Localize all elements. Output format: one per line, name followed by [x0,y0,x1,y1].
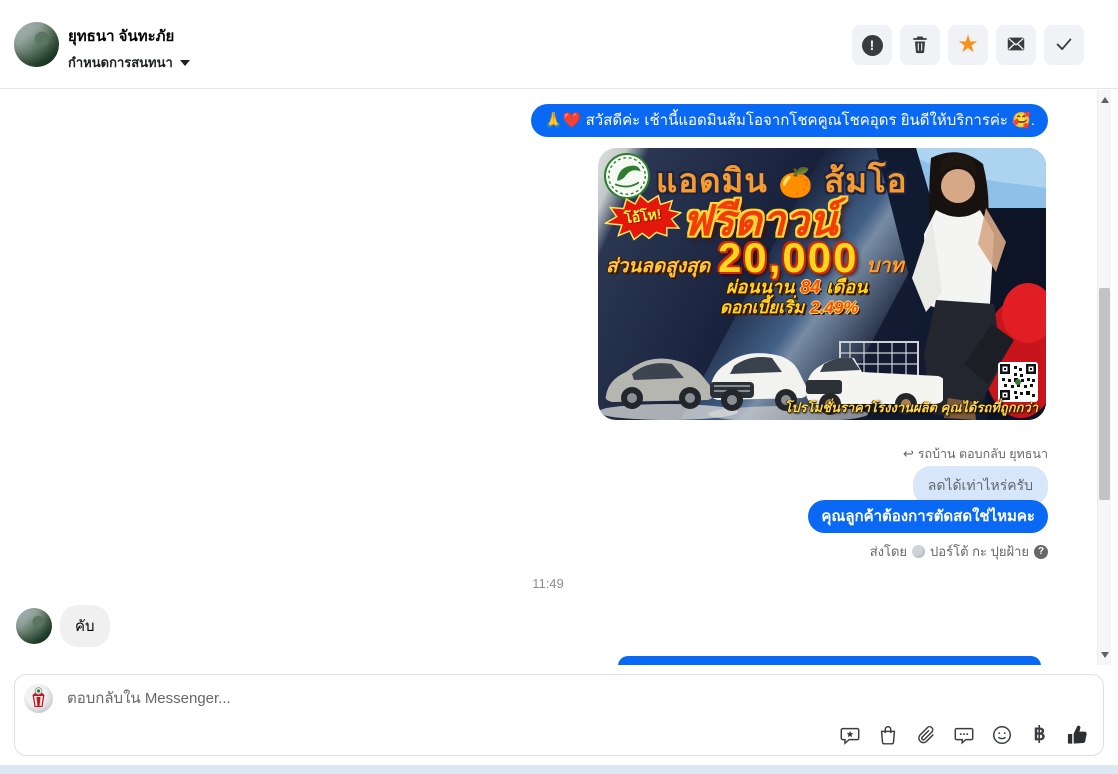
schedule-conversation-label: กำหนดการสนทนา [68,55,173,70]
sent-image-attachment[interactable]: แอดมิน 🍊 ส้มโอ โอ้โห! ฟรีดาวน์ ส่วนลดสูง… [598,148,1046,420]
star-icon: ★ [957,31,979,58]
ad-interest-line: ดอกเบี้ยเริ่ม 2.49% [720,298,859,317]
ad-caption: โปรโมชั่นราคาโรงงานผลิต คุณได้รถที่ถูกกว… [784,400,1038,415]
scroll-up-button[interactable] [1098,92,1112,108]
received-message-row: คับ [16,605,110,647]
mark-done-button[interactable] [1044,25,1084,65]
qr-code [998,362,1038,402]
report-icon: ! [861,34,883,56]
sent-message-greeting: 🙏❤️ สวัสดีค่ะ เช้านี้แอดมินส้มโอจากโชคคู… [531,104,1048,137]
composer-toolbar: ฿ [838,723,1089,746]
reply-context-label: ↪ รถบ้าน ตอบกลับ ยุทธนา [902,446,1048,461]
schedule-conversation-dropdown[interactable]: กำหนดการสนทนา [68,52,190,73]
timestamp: 11:49 [532,576,564,591]
sender-avatar [912,545,926,558]
follow-up-button[interactable]: ★ [948,25,988,65]
paperclip-icon[interactable] [914,723,937,746]
reply-composer: ฿ [14,674,1104,756]
chat-scrollbar[interactable] [1097,90,1111,665]
triangle-up-icon [1101,97,1109,103]
contact-name: ยุทธนา จันทะภัย [68,28,175,45]
like-icon[interactable] [1066,723,1089,746]
triangle-down-icon [1101,652,1109,658]
received-message: คับ [60,605,110,647]
page-logo-avatar [24,684,53,713]
delete-button[interactable] [900,25,940,65]
mark-unread-button[interactable] [996,25,1036,65]
sender-name: ปอร์โต้ กะ ปุยฝ้าย [930,544,1029,559]
baht-icon[interactable]: ฿ [1028,723,1051,746]
contact-avatar [14,22,59,67]
partial-sent-bubble [618,656,1041,665]
reply-input[interactable] [67,685,767,711]
bag-icon[interactable] [876,723,899,746]
chevron-down-icon [179,59,190,66]
report-button[interactable]: ! [852,25,892,65]
help-icon[interactable]: ? [1034,544,1048,559]
contact-avatar-small [16,608,52,644]
sent-by-row: ส่งโดย ปอร์โต้ กะ ปุยฝ้าย ? [870,541,1048,562]
mark-unread-icon [1005,33,1027,58]
done-check-icon [1053,33,1075,58]
bottom-highlight-strip [0,765,1118,774]
conversation-actions: ! ★ [852,25,1084,65]
conversation-header: ยุทธนา จันทะภัย กำหนดการสนทนา ! ★ [0,0,1118,89]
dealer-logo [604,153,650,199]
sent-message-question: คุณลูกค้าต้องการตัดสดใช่ไหมคะ [808,500,1048,533]
messenger-inbox-window: ยุทธนา จันทะภัย กำหนดการสนทนา ! ★ 🙏❤️ สว… [0,0,1118,774]
reply-arrow-icon: ↪ [902,446,914,461]
scrollbar-thumb[interactable] [1099,288,1110,500]
emoji-icon[interactable] [990,723,1013,746]
scroll-down-button[interactable] [1098,647,1112,663]
saved-replies-icon[interactable] [838,723,861,746]
sent-by-label: ส่งโดย [869,544,908,559]
comment-icon[interactable] [952,723,975,746]
trash-icon [910,34,930,57]
message-thread: 🙏❤️ สวัสดีค่ะ เช้านี้แอดมินส้มโอจากโชคคู… [0,90,1096,665]
